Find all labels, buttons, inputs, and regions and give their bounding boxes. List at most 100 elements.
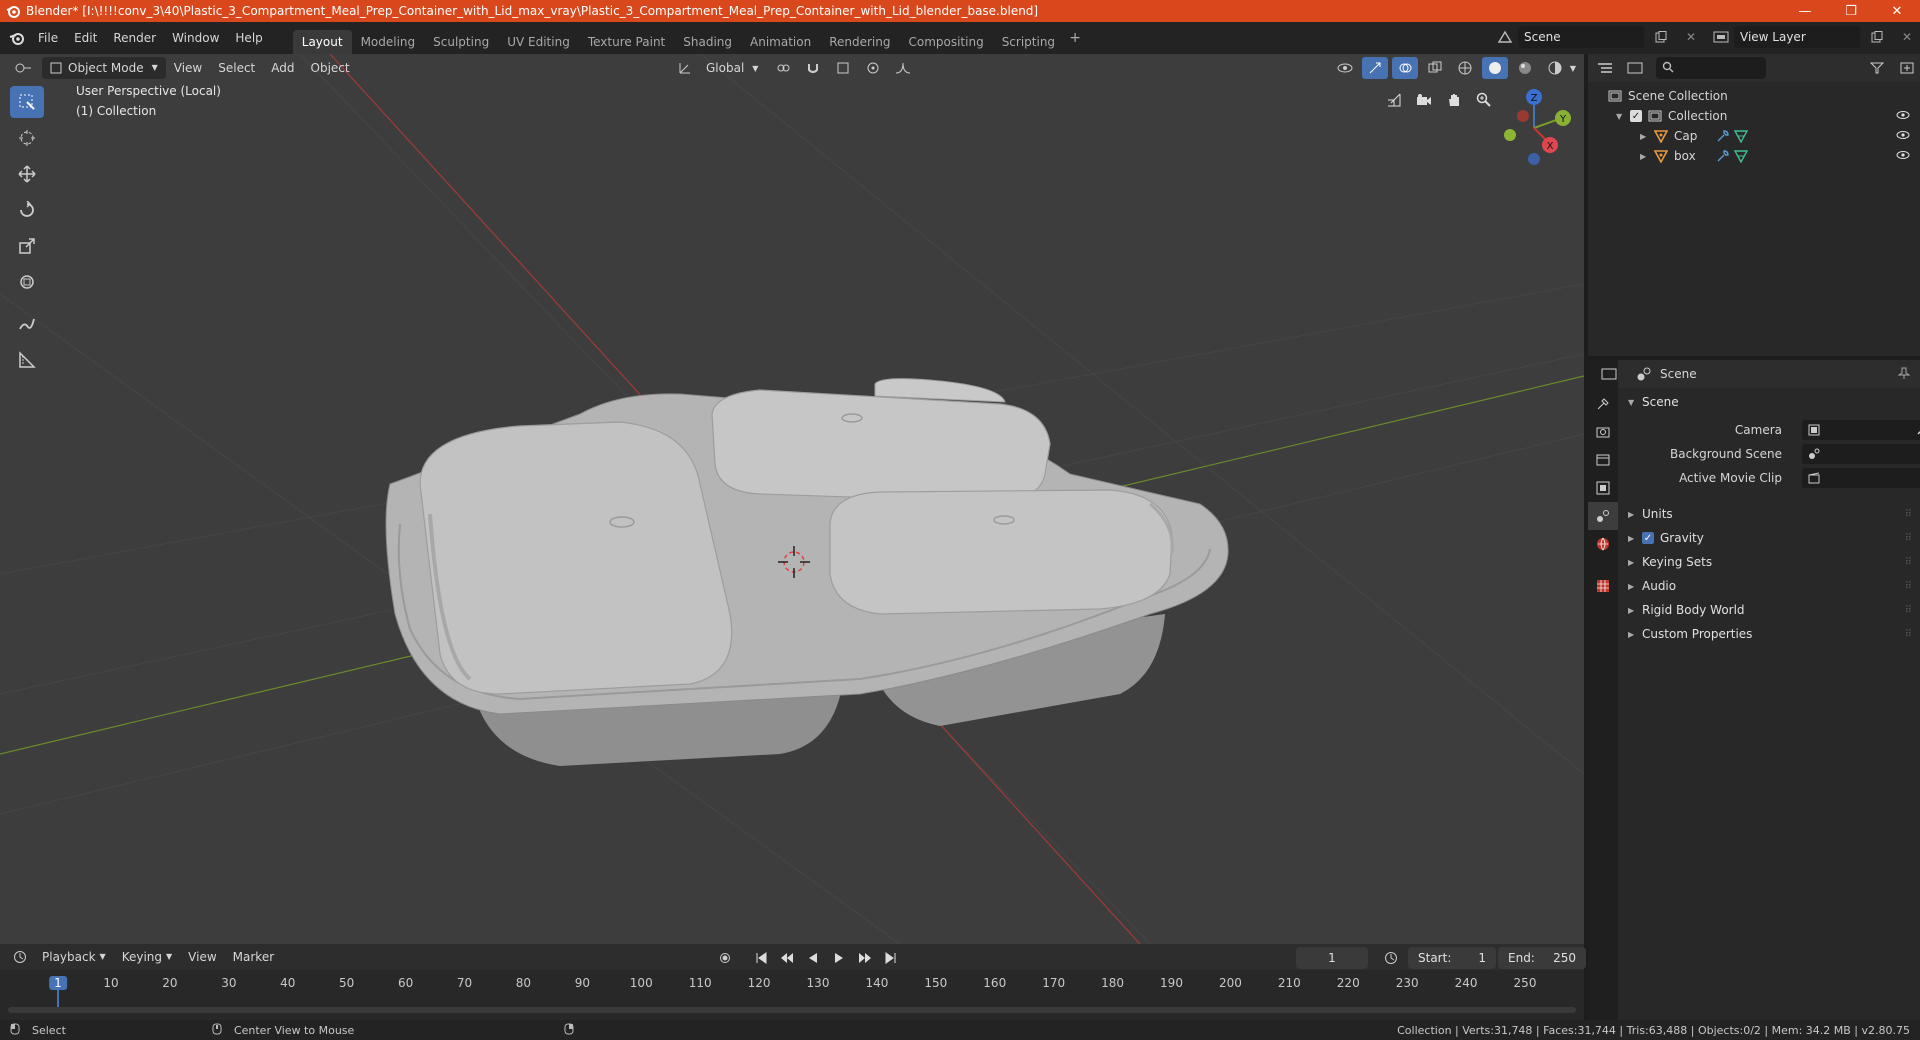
eyedropper-icon[interactable] — [1916, 423, 1920, 438]
xray-icon[interactable] — [1422, 57, 1448, 79]
expand-arrow-icon[interactable]: ▶ — [1640, 132, 1654, 141]
expand-arrow-icon[interactable]: ▼ — [1616, 112, 1630, 121]
timeline-menu-keying[interactable]: Keying ▼ — [114, 946, 180, 968]
scene-section-header[interactable]: ▼ Scene — [1618, 390, 1920, 414]
section-units[interactable]: ▶ Units ⠿ — [1618, 502, 1920, 526]
active-movie-clip-field[interactable] — [1802, 468, 1920, 488]
snap-icon[interactable] — [800, 57, 826, 79]
mesh-data-icon[interactable] — [1734, 149, 1748, 163]
section-rigid-body-world[interactable]: ▶ Rigid Body World ⠿ — [1618, 598, 1920, 622]
jump-start-icon[interactable] — [748, 947, 774, 969]
gravity-checkbox[interactable]: ✓ — [1642, 532, 1654, 544]
modifier-wrench-icon[interactable] — [1716, 149, 1730, 163]
scene-icon[interactable] — [1492, 26, 1518, 48]
chevron-down-icon[interactable]: ▼ — [1570, 64, 1576, 73]
cursor-tool[interactable] — [10, 122, 44, 154]
drag-handle-icon[interactable]: ⠿ — [1905, 557, 1912, 568]
camera-view-icon[interactable] — [1411, 87, 1437, 113]
proportional-editing-icon[interactable] — [860, 57, 886, 79]
new-view-layer-icon[interactable] — [1864, 26, 1890, 48]
visibility-icon[interactable] — [1332, 57, 1358, 79]
viewport-menu-add[interactable]: Add — [263, 57, 302, 79]
menu-edit[interactable]: Edit — [66, 27, 105, 49]
jump-end-icon[interactable] — [878, 947, 904, 969]
tab-shading[interactable]: Shading — [674, 30, 741, 54]
scale-tool[interactable] — [10, 230, 44, 262]
delete-scene-icon[interactable]: ✕ — [1678, 26, 1704, 48]
close-button[interactable]: ✕ — [1874, 0, 1920, 22]
tab-modeling[interactable]: Modeling — [352, 30, 425, 54]
tab-uv-editing[interactable]: UV Editing — [498, 30, 579, 54]
section-keying-sets[interactable]: ▶ Keying Sets ⠿ — [1618, 550, 1920, 574]
display-mode-icon[interactable] — [1622, 57, 1648, 79]
measure-tool[interactable] — [10, 344, 44, 376]
delete-view-layer-icon[interactable]: ✕ — [1894, 26, 1920, 48]
tab-rendering[interactable]: Rendering — [820, 30, 899, 54]
menu-help[interactable]: Help — [227, 27, 270, 49]
pivot-point-icon[interactable] — [770, 57, 796, 79]
pan-hand-icon[interactable] — [1441, 87, 1467, 113]
prev-keyframe-icon[interactable] — [774, 947, 800, 969]
menu-window[interactable]: Window — [164, 27, 227, 49]
falloff-icon[interactable] — [890, 57, 916, 79]
annotate-tool[interactable] — [10, 308, 44, 340]
world-tab-icon[interactable] — [1588, 530, 1618, 558]
visibility-eye-icon[interactable] — [1896, 109, 1910, 123]
visibility-eye-icon[interactable] — [1896, 129, 1910, 143]
mode-dropdown[interactable]: Object Mode ▼ — [42, 57, 166, 79]
viewport-menu-object[interactable]: Object — [303, 57, 358, 79]
camera-field[interactable] — [1802, 420, 1920, 440]
shading-material-icon[interactable] — [1512, 57, 1538, 79]
tab-compositing[interactable]: Compositing — [899, 30, 992, 54]
add-workspace-button[interactable]: + — [1064, 30, 1086, 46]
rotate-tool[interactable] — [10, 194, 44, 226]
transform-tool[interactable] — [10, 266, 44, 298]
expand-arrow-icon[interactable]: ▶ — [1640, 152, 1654, 161]
section-audio[interactable]: ▶ Audio ⠿ — [1618, 574, 1920, 598]
drag-handle-icon[interactable]: ⠿ — [1905, 509, 1912, 520]
play-reverse-icon[interactable] — [800, 947, 826, 969]
scene-field[interactable]: Scene — [1518, 26, 1644, 48]
texture-tab-icon[interactable] — [1588, 572, 1618, 600]
outliner-search-input[interactable] — [1656, 57, 1766, 79]
timeline-menu-view[interactable]: View — [180, 946, 224, 968]
menu-render[interactable]: Render — [105, 27, 164, 49]
exclude-checkbox[interactable]: ✓ — [1630, 110, 1642, 122]
view-layer-field[interactable]: View Layer — [1734, 26, 1860, 48]
3d-viewport[interactable]: Object Mode ▼ View Select Add Object Glo… — [0, 54, 1584, 944]
timeline-menu-marker[interactable]: Marker — [225, 946, 282, 968]
drag-handle-icon[interactable]: ⠿ — [1905, 605, 1912, 616]
record-icon[interactable] — [712, 947, 738, 969]
visibility-eye-icon[interactable] — [1896, 149, 1910, 163]
shading-solid-icon[interactable] — [1481, 57, 1508, 79]
render-tab-icon[interactable] — [1588, 418, 1618, 446]
scene-tab-icon[interactable] — [1588, 502, 1618, 530]
tab-sculpting[interactable]: Sculpting — [424, 30, 498, 54]
new-scene-icon[interactable] — [1648, 26, 1674, 48]
shading-wireframe-icon[interactable] — [1452, 57, 1478, 79]
toggle-ortho-icon[interactable] — [1381, 87, 1407, 113]
view-layer-tab-icon[interactable] — [1588, 474, 1618, 502]
viewport-menu-view[interactable]: View — [166, 57, 210, 79]
snap-target-icon[interactable] — [830, 57, 856, 79]
menu-file[interactable]: File — [30, 27, 66, 49]
preview-range-icon[interactable] — [1378, 947, 1404, 969]
overlays-toggle-icon[interactable] — [1391, 57, 1418, 79]
drag-handle-icon[interactable]: ⠿ — [1905, 533, 1912, 544]
output-tab-icon[interactable] — [1588, 446, 1618, 474]
modifier-wrench-icon[interactable] — [1716, 129, 1730, 143]
select-box-tool[interactable] — [10, 86, 44, 118]
background-scene-field[interactable] — [1802, 444, 1920, 464]
drag-handle-icon[interactable]: ⠿ — [1905, 629, 1912, 640]
mesh-data-icon[interactable] — [1734, 129, 1748, 143]
tab-animation[interactable]: Animation — [741, 30, 820, 54]
outliner-editor-type-icon[interactable] — [1592, 57, 1618, 79]
shading-rendered-icon[interactable] — [1542, 57, 1568, 79]
end-frame-field[interactable]: End: 250 — [1498, 947, 1586, 969]
play-icon[interactable] — [826, 947, 852, 969]
viewport-menu-select[interactable]: Select — [210, 57, 263, 79]
drag-handle-icon[interactable]: ⠿ — [1905, 581, 1912, 592]
new-collection-icon[interactable] — [1894, 57, 1920, 79]
editor-type-icon[interactable] — [10, 57, 36, 79]
section-gravity[interactable]: ▶ ✓ Gravity ⠿ — [1618, 526, 1920, 550]
